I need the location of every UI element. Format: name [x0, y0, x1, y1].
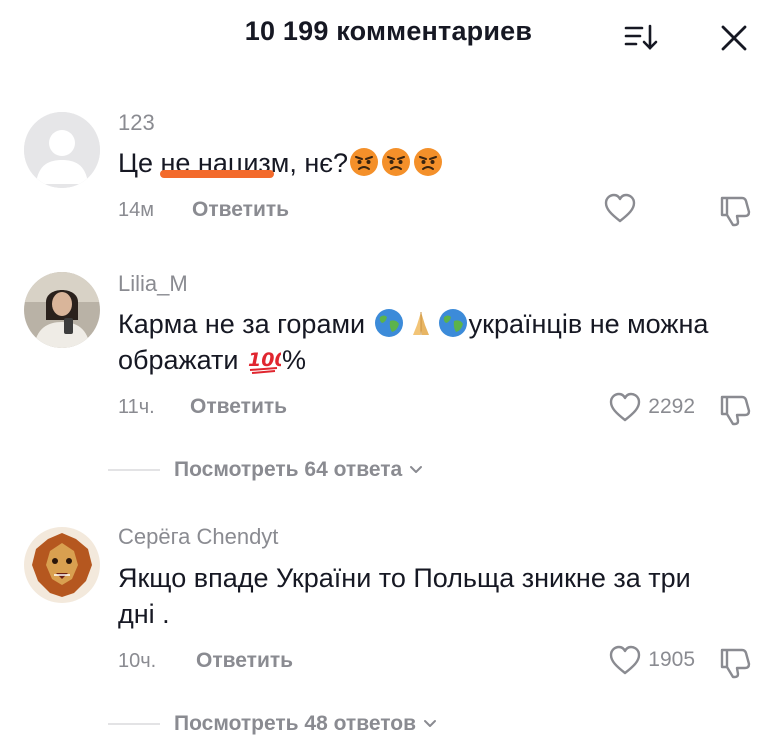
- comment-text-end: , нє?: [289, 148, 349, 178]
- chevron-down-icon: [410, 466, 423, 473]
- comment-time: 11ч.: [118, 396, 155, 418]
- dislike-icon[interactable]: [716, 192, 752, 228]
- username[interactable]: Серёга Chendyt: [118, 524, 278, 550]
- divider: [108, 723, 160, 725]
- reply-button[interactable]: Ответить: [190, 395, 287, 419]
- angry-face-icon: [349, 147, 379, 177]
- comment-text-part: %: [281, 345, 306, 375]
- username[interactable]: 123: [118, 110, 155, 136]
- dislike-icon[interactable]: [716, 391, 752, 427]
- close-icon[interactable]: [716, 20, 752, 56]
- comments-count-title: 10 199 комментариев: [244, 16, 533, 46]
- chevron-down-icon: [424, 720, 436, 727]
- divider: [108, 469, 160, 471]
- comment-text-part: Карма не за горами: [118, 309, 373, 339]
- orange-underline-mark: [160, 170, 274, 178]
- username[interactable]: Lilia_M: [118, 271, 188, 297]
- view-replies-button[interactable]: Посмотреть 64 ответа: [108, 458, 588, 482]
- comment-text: Якщо впаде України то Польща зникне за т…: [118, 563, 691, 629]
- like-button[interactable]: 2292: [608, 391, 695, 423]
- sort-icon[interactable]: [620, 20, 660, 54]
- dislike-icon[interactable]: [716, 644, 752, 680]
- angry-face-icon: [381, 147, 411, 177]
- heart-icon: [604, 193, 636, 223]
- comment-time: 10ч.: [118, 650, 157, 672]
- comment-text-start: Це: [118, 148, 161, 178]
- like-count: 1905: [648, 648, 695, 671]
- heart-icon: [610, 392, 641, 422]
- view-replies-label: Посмотреть 48 ответов: [174, 712, 416, 735]
- reply-button[interactable]: Ответить: [196, 649, 293, 673]
- angry-face-icon: [413, 147, 443, 177]
- hundred-points-icon: 100: [247, 344, 288, 374]
- like-button[interactable]: [603, 192, 637, 224]
- heart-icon: [610, 645, 641, 675]
- avatar[interactable]: [24, 527, 100, 603]
- globe-icon: [374, 308, 404, 338]
- view-replies-label: Посмотреть 64 ответа: [174, 458, 403, 481]
- avatar[interactable]: [24, 272, 100, 348]
- like-button[interactable]: 1905: [608, 644, 695, 676]
- avatar[interactable]: [24, 112, 100, 188]
- view-replies-button[interactable]: Посмотреть 48 ответов: [108, 712, 588, 736]
- comments-header: 10 199 комментариев: [0, 0, 777, 70]
- praying-hands-icon: [406, 308, 436, 338]
- globe-icon: [438, 308, 468, 338]
- like-count: 2292: [648, 395, 695, 418]
- reply-button[interactable]: Ответить: [192, 198, 289, 222]
- comment-time: 14м: [118, 199, 154, 221]
- comment-text: Карма не за горами українців не можна об…: [118, 306, 718, 378]
